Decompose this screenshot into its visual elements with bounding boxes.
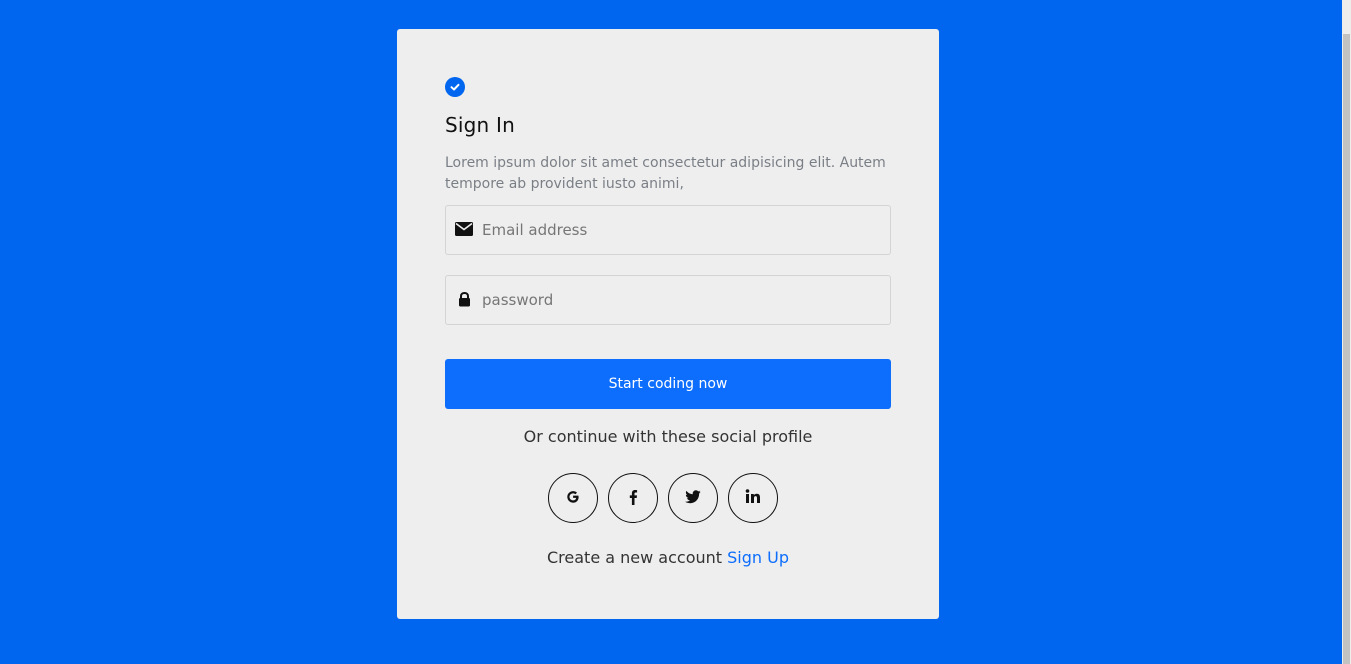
lock-icon — [446, 291, 482, 307]
sign-in-description: Lorem ipsum dolor sit amet consectetur a… — [445, 155, 886, 192]
email-input[interactable] — [482, 206, 890, 254]
page-scrollbar[interactable] — [1342, 0, 1351, 664]
scrollbar-thumb[interactable] — [1343, 34, 1350, 664]
start-coding-button[interactable]: Start coding now — [445, 359, 891, 409]
linkedin-icon — [745, 489, 761, 507]
twitter-icon — [685, 489, 701, 507]
page-title: Sign In — [445, 113, 515, 137]
check-circle-icon — [445, 77, 465, 97]
sign-up-link[interactable]: Sign Up — [727, 548, 789, 567]
create-account-line: Create a new account Sign Up — [397, 548, 939, 567]
password-input[interactable] — [482, 276, 890, 324]
create-account-text: Create a new account — [547, 548, 723, 567]
social-login-prompt: Or continue with these social profile — [523, 427, 813, 446]
linkedin-login-button[interactable] — [728, 473, 778, 523]
password-field[interactable] — [445, 275, 891, 325]
sign-in-card: Sign In Lorem ipsum dolor sit amet conse… — [397, 29, 939, 619]
social-login-buttons — [548, 473, 778, 523]
twitter-login-button[interactable] — [668, 473, 718, 523]
google-icon — [565, 489, 581, 508]
email-field[interactable] — [445, 205, 891, 255]
facebook-icon — [628, 489, 638, 508]
facebook-login-button[interactable] — [608, 473, 658, 523]
google-login-button[interactable] — [548, 473, 598, 523]
envelope-icon — [446, 222, 482, 236]
